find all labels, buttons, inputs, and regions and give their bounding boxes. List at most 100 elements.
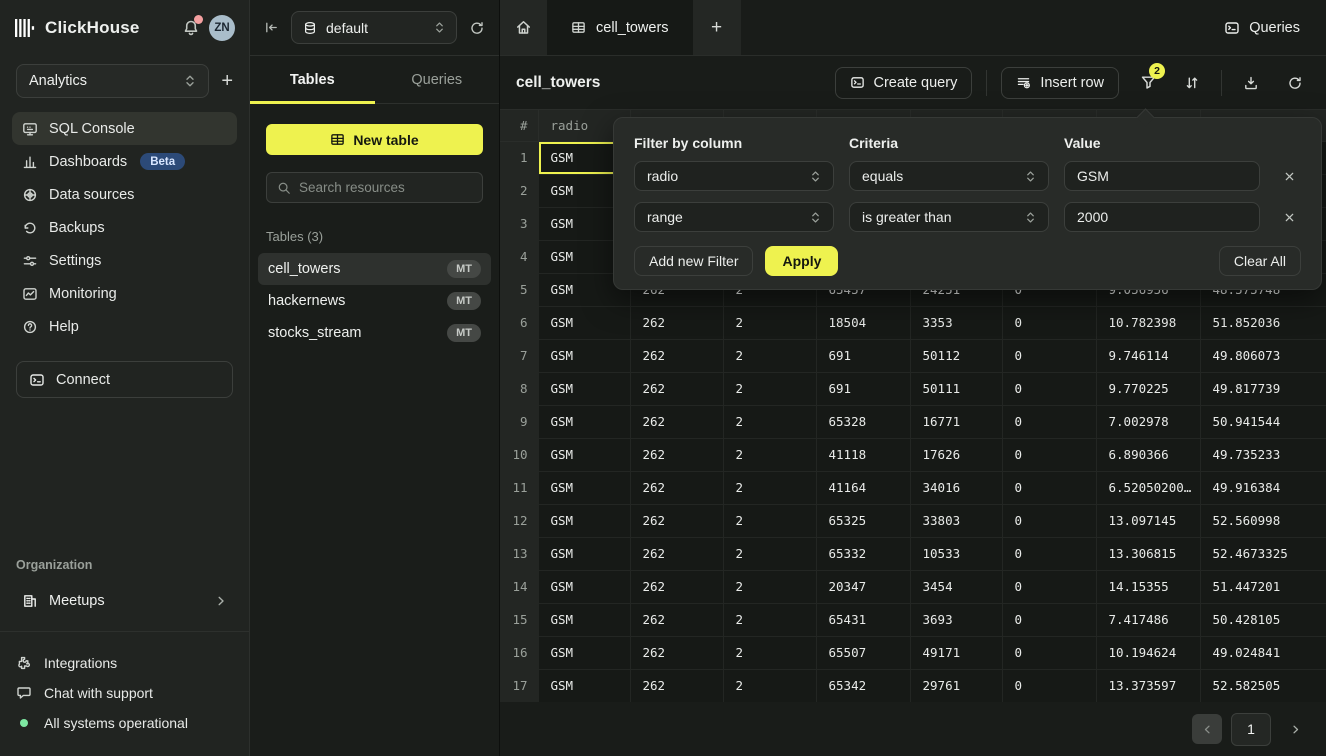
data-cell[interactable]: 262 (630, 537, 723, 570)
refresh-icon[interactable] (1280, 68, 1310, 98)
filter-icon[interactable]: 2 (1133, 68, 1163, 98)
sidebar-item-meetups[interactable]: Meetups (12, 584, 237, 617)
data-cell[interactable]: 0 (1002, 603, 1096, 636)
data-cell[interactable]: GSM (538, 669, 630, 702)
data-cell[interactable]: 0 (1002, 669, 1096, 702)
data-cell[interactable]: 262 (630, 306, 723, 339)
data-cell[interactable]: 262 (630, 471, 723, 504)
sort-icon[interactable] (1177, 68, 1207, 98)
data-cell[interactable]: 2 (723, 438, 816, 471)
data-cell[interactable]: 49.806073 (1200, 339, 1326, 372)
data-cell[interactable]: 0 (1002, 405, 1096, 438)
data-cell[interactable]: 51.852036 (1200, 306, 1326, 339)
data-cell[interactable]: 262 (630, 669, 723, 702)
data-cell[interactable]: 20347 (816, 570, 910, 603)
data-cell[interactable]: GSM (538, 570, 630, 603)
data-cell[interactable]: 49.817739 (1200, 372, 1326, 405)
filter-column-select[interactable]: range (634, 202, 834, 232)
sidebar-item-help[interactable]: Help (12, 310, 237, 343)
data-cell[interactable]: 0 (1002, 537, 1096, 570)
data-cell[interactable]: 2 (723, 603, 816, 636)
data-cell[interactable]: 0 (1002, 471, 1096, 504)
search-input[interactable] (299, 180, 472, 195)
data-cell[interactable]: 262 (630, 504, 723, 537)
data-cell[interactable]: 2 (723, 669, 816, 702)
filter-value-field[interactable] (1064, 161, 1260, 191)
data-cell[interactable]: 51.447201 (1200, 570, 1326, 603)
refresh-icon[interactable] (469, 20, 485, 36)
data-cell[interactable]: 65325 (816, 504, 910, 537)
filter-criteria-select[interactable]: equals (849, 161, 1049, 191)
add-new-filter-button[interactable]: Add new Filter (634, 246, 753, 276)
data-cell[interactable]: 262 (630, 636, 723, 669)
data-cell[interactable]: 49.916384 (1200, 471, 1326, 504)
data-cell[interactable]: 3353 (910, 306, 1002, 339)
data-cell[interactable]: 16771 (910, 405, 1002, 438)
search-resources[interactable] (266, 172, 483, 203)
data-cell[interactable]: 262 (630, 339, 723, 372)
tab-queries[interactable]: Queries (375, 56, 500, 103)
data-cell[interactable]: GSM (538, 537, 630, 570)
data-cell[interactable]: 13.097145 (1096, 504, 1200, 537)
tab-tables[interactable]: Tables (250, 56, 375, 103)
next-page-button[interactable] (1280, 714, 1310, 744)
data-cell[interactable]: 65332 (816, 537, 910, 570)
data-cell[interactable]: 41164 (816, 471, 910, 504)
data-cell[interactable]: GSM (538, 372, 630, 405)
data-cell[interactable]: 65431 (816, 603, 910, 636)
data-cell[interactable]: 691 (816, 372, 910, 405)
data-cell[interactable]: 34016 (910, 471, 1002, 504)
data-cell[interactable]: 2 (723, 636, 816, 669)
table-item-hackernews[interactable]: hackernews MT (258, 285, 491, 317)
sidebar-item-monitoring[interactable]: Monitoring (12, 277, 237, 310)
sidebar-item-integrations[interactable]: Integrations (16, 648, 233, 678)
data-cell[interactable]: GSM (538, 405, 630, 438)
data-cell[interactable]: 13.373597 (1096, 669, 1200, 702)
data-cell[interactable]: 10.194624 (1096, 636, 1200, 669)
data-cell[interactable]: 262 (630, 405, 723, 438)
data-cell[interactable]: 49171 (910, 636, 1002, 669)
data-cell[interactable]: 52.4673325 (1200, 537, 1326, 570)
data-cell[interactable]: 65507 (816, 636, 910, 669)
apply-button[interactable]: Apply (765, 246, 838, 276)
data-cell[interactable]: 691 (816, 339, 910, 372)
queries-button[interactable]: Queries (1224, 20, 1300, 36)
sidebar-item-chat-support[interactable]: Chat with support (16, 678, 233, 708)
sidebar-item-backups[interactable]: Backups (12, 211, 237, 244)
data-cell[interactable]: 2 (723, 339, 816, 372)
data-cell[interactable]: 65328 (816, 405, 910, 438)
data-cell[interactable]: 2 (723, 306, 816, 339)
filter-value-input[interactable] (1077, 168, 1247, 184)
data-cell[interactable]: 33803 (910, 504, 1002, 537)
tab-cell-towers[interactable]: cell_towers (547, 0, 693, 55)
connect-button[interactable]: Connect (16, 361, 233, 398)
data-cell[interactable]: 2 (723, 372, 816, 405)
data-cell[interactable]: 2 (723, 537, 816, 570)
data-cell[interactable]: 29761 (910, 669, 1002, 702)
download-icon[interactable] (1236, 68, 1266, 98)
data-cell[interactable]: 65342 (816, 669, 910, 702)
data-cell[interactable]: 262 (630, 372, 723, 405)
data-cell[interactable]: 50.428105 (1200, 603, 1326, 636)
filter-value-field[interactable] (1064, 202, 1260, 232)
data-cell[interactable]: GSM (538, 504, 630, 537)
data-cell[interactable]: 0 (1002, 570, 1096, 603)
table-item-stocks-stream[interactable]: stocks_stream MT (258, 317, 491, 349)
data-cell[interactable]: 6.890366 (1096, 438, 1200, 471)
remove-filter-icon[interactable] (1275, 162, 1303, 190)
data-cell[interactable]: 3454 (910, 570, 1002, 603)
data-cell[interactable]: 10533 (910, 537, 1002, 570)
data-cell[interactable]: 2 (723, 570, 816, 603)
current-page[interactable]: 1 (1231, 713, 1271, 746)
data-cell[interactable]: 9.746114 (1096, 339, 1200, 372)
data-cell[interactable]: 6.52050200… (1096, 471, 1200, 504)
data-cell[interactable]: 50111 (910, 372, 1002, 405)
data-cell[interactable]: 50.941544 (1200, 405, 1326, 438)
previous-page-button[interactable] (1192, 714, 1222, 744)
data-cell[interactable]: GSM (538, 339, 630, 372)
data-cell[interactable]: 9.770225 (1096, 372, 1200, 405)
data-cell[interactable]: 41118 (816, 438, 910, 471)
data-cell[interactable]: 0 (1002, 636, 1096, 669)
sidebar-item-dashboards[interactable]: Dashboards Beta (12, 145, 237, 178)
data-cell[interactable]: 7.002978 (1096, 405, 1200, 438)
